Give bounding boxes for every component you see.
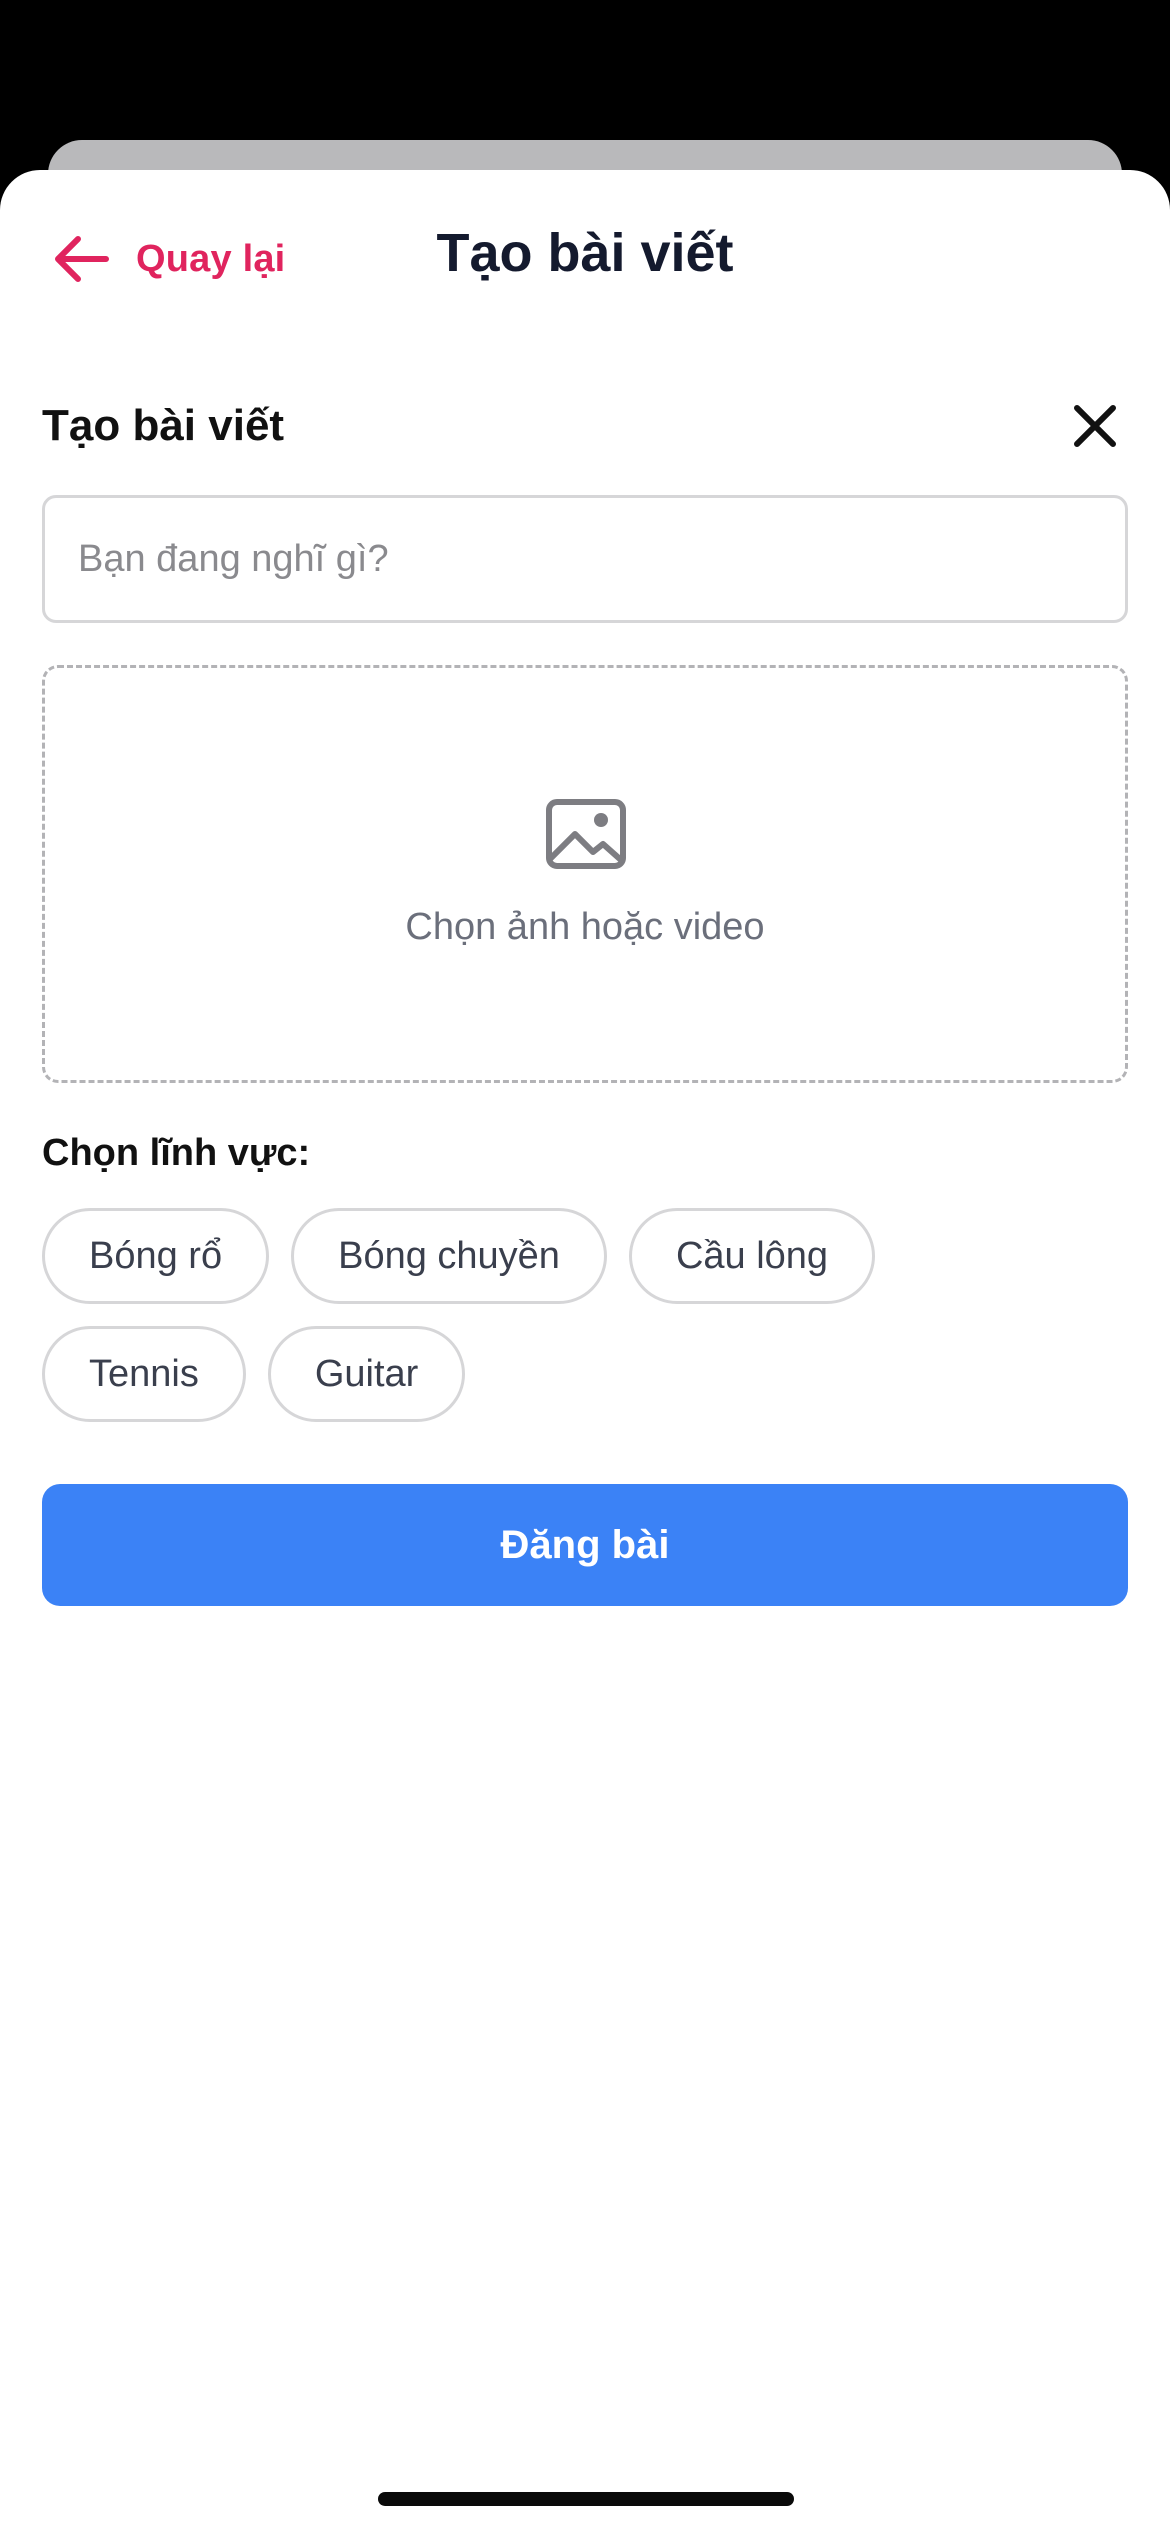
chip-row: Bóng rổ Bóng chuyền Cầu lông: [42, 1208, 1128, 1304]
image-icon: [545, 798, 627, 870]
navigation-bar: Quay lại Tạo bài viết: [0, 170, 1170, 340]
category-chip-tennis[interactable]: Tennis: [42, 1326, 246, 1422]
post-content-input[interactable]: [42, 495, 1128, 623]
home-indicator: [378, 2492, 794, 2506]
category-chips: Bóng rổ Bóng chuyền Cầu lông Tennis Guit…: [42, 1208, 1128, 1444]
category-chip-bong-ro[interactable]: Bóng rổ: [42, 1208, 270, 1304]
create-post-sheet: Quay lại Tạo bài viết Tạo bài viết Chọn: [0, 170, 1170, 2532]
composer-heading: Tạo bài viết: [42, 401, 285, 450]
category-label: Chọn lĩnh vực:: [42, 1132, 311, 1174]
close-button[interactable]: [1068, 399, 1122, 453]
category-chip-cau-long[interactable]: Cầu lông: [628, 1208, 876, 1304]
app-screen: Quay lại Tạo bài viết Tạo bài viết Chọn: [0, 0, 1170, 2532]
media-picker[interactable]: Chọn ảnh hoặc video: [42, 665, 1128, 1083]
media-picker-label: Chọn ảnh hoặc video: [405, 906, 765, 948]
category-chip-bong-chuyen[interactable]: Bóng chuyền: [291, 1208, 607, 1304]
composer-header: Tạo bài viết: [42, 385, 1128, 465]
chip-row: Tennis Guitar: [42, 1326, 1128, 1422]
submit-post-button[interactable]: Đăng bài: [42, 1484, 1128, 1606]
page-title: Tạo bài viết: [436, 223, 734, 283]
close-icon: [1074, 405, 1116, 447]
category-chip-guitar[interactable]: Guitar: [267, 1326, 466, 1422]
